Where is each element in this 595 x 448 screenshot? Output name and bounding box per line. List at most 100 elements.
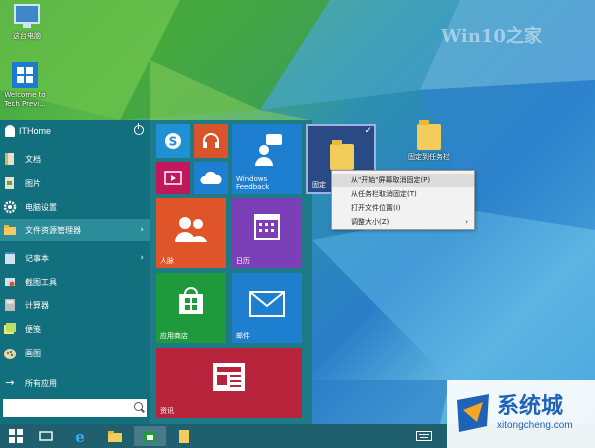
folder-icon: [417, 120, 441, 150]
search-input[interactable]: [3, 399, 147, 417]
tile-label: 人脉: [160, 257, 174, 265]
pictures-icon: [5, 177, 14, 189]
calendar-icon: [254, 214, 280, 240]
tile-mail[interactable]: 邮件: [232, 273, 302, 343]
all-apps-label: 所有应用: [25, 378, 57, 388]
snipping-tool-icon: [5, 278, 15, 287]
taskbar-internet-explorer[interactable]: e: [64, 426, 96, 446]
start-item-paint[interactable]: 画图: [0, 342, 150, 364]
user-avatar-icon: [5, 125, 15, 137]
desktop-icon-label: Welcome to Tech Previ...: [4, 91, 46, 108]
brand-name: 系统城: [497, 394, 564, 419]
tile-music[interactable]: [194, 124, 228, 158]
start-menu-left-pane: ITHome 文档 图片 电脑设置 文件资源管理器 › 记事本 › 截图工具 计…: [0, 120, 150, 424]
context-unpin-from-taskbar[interactable]: 从任务栏取消固定(T): [332, 188, 474, 201]
start-item-file-explorer[interactable]: 文件资源管理器 ›: [0, 219, 150, 241]
tile-people[interactable]: 人脉: [156, 198, 226, 268]
start-item-label: 记事本: [25, 253, 49, 263]
sticky-notes-icon: [4, 323, 16, 334]
desktop-icon-pinned-folder[interactable]: 固定到任务栏: [404, 120, 454, 162]
folder-icon: [330, 140, 354, 170]
keyboard-icon: [416, 431, 432, 441]
start-item-snipping-tool[interactable]: 截图工具: [0, 271, 150, 293]
store-bag-icon: [179, 287, 203, 314]
context-item-label: 从任务栏取消固定(T): [351, 190, 417, 198]
brand-logo-icon: [457, 394, 489, 432]
start-item-label: 便笺: [25, 324, 41, 334]
tile-store[interactable]: 应用商店: [156, 273, 226, 343]
cloud-icon: [200, 171, 222, 184]
tile-label: Windows Feedback: [236, 175, 270, 191]
gear-icon: [3, 200, 17, 214]
start-item-label: 画图: [25, 348, 41, 358]
people-icon: [175, 217, 207, 242]
start-item-label: 截图工具: [25, 277, 57, 287]
desktop-icon-welcome[interactable]: Welcome to Tech Previ...: [0, 62, 50, 109]
arrow-right-icon: →: [5, 376, 15, 389]
taskbar-file-explorer[interactable]: [99, 426, 131, 446]
tile-label: 应用商店: [160, 332, 188, 340]
start-button[interactable]: [0, 426, 32, 446]
windows-logo-icon: [9, 429, 23, 443]
watermark-text: Win10之家: [441, 26, 542, 47]
tile-label: 固定: [312, 181, 326, 189]
start-item-pc-settings[interactable]: 电脑设置: [0, 196, 150, 218]
brand-url: xitongcheng.com: [497, 420, 573, 431]
start-item-label: 文档: [25, 154, 41, 164]
tile-onedrive[interactable]: [194, 162, 228, 194]
context-menu: 从"开始"屏幕取消固定(P) 从任务栏取消固定(T) 打开文件位置(I) 调整大…: [331, 170, 475, 230]
tile-video[interactable]: [156, 162, 190, 194]
context-item-label: 打开文件位置(I): [351, 204, 401, 212]
start-item-label: 电脑设置: [25, 202, 57, 212]
start-item-documents[interactable]: 文档: [0, 148, 150, 170]
context-item-label: 从"开始"屏幕取消固定(P): [351, 176, 431, 184]
news-icon: [213, 363, 245, 391]
notepad-icon: [5, 252, 15, 264]
documents-icon: [5, 153, 14, 165]
chevron-right-icon: ›: [465, 218, 468, 226]
chevron-right-icon[interactable]: ›: [140, 253, 144, 263]
keyboard-button[interactable]: [408, 426, 440, 446]
desktop-icon-label: 这台电脑: [13, 32, 41, 40]
svg-text:S: S: [169, 135, 178, 149]
taskbar-store[interactable]: [134, 426, 166, 446]
tile-calendar[interactable]: 日历: [232, 198, 302, 268]
paint-icon: [4, 349, 16, 359]
tile-windows-feedback[interactable]: Windows Feedback: [232, 124, 302, 194]
start-item-label: 文件资源管理器: [25, 225, 81, 235]
start-item-calculator[interactable]: 计算器: [0, 294, 150, 316]
start-item-sticky-notes[interactable]: 便笺: [0, 318, 150, 340]
start-item-pictures[interactable]: 图片: [0, 172, 150, 194]
start-item-label: 计算器: [25, 300, 49, 310]
power-icon[interactable]: [134, 123, 144, 135]
search-button[interactable]: [30, 426, 62, 446]
file-explorer-icon: [4, 225, 16, 235]
tile-news[interactable]: 资讯: [156, 348, 302, 418]
chevron-right-icon[interactable]: ›: [140, 225, 144, 235]
windows-logo-icon: [12, 62, 38, 88]
desktop-icon-label: 固定到任务栏: [408, 153, 450, 161]
feedback-person-icon: [255, 134, 282, 166]
store-bag-icon: [144, 432, 156, 442]
user-account[interactable]: ITHome: [0, 120, 150, 142]
all-apps-link[interactable]: → 所有应用: [0, 372, 150, 394]
context-resize[interactable]: 调整大小(Z) ›: [332, 216, 474, 229]
desktop-icon-this-pc[interactable]: 这台电脑: [2, 4, 52, 41]
video-icon: [164, 171, 182, 185]
start-item-notepad[interactable]: 记事本 ›: [0, 247, 150, 269]
computer-icon: [14, 4, 40, 28]
tile-label: 邮件: [236, 332, 250, 340]
calculator-icon: [5, 299, 15, 311]
svg-text:e: e: [75, 428, 85, 444]
tile-skype[interactable]: S: [156, 124, 190, 158]
context-unpin-from-start[interactable]: 从"开始"屏幕取消固定(P): [332, 174, 474, 187]
search-icon: [39, 431, 53, 441]
start-item-label: 图片: [25, 178, 41, 188]
tile-label: 日历: [236, 257, 250, 265]
search-icon[interactable]: [134, 402, 143, 411]
taskbar-pinned-folder[interactable]: [168, 426, 200, 446]
context-open-file-location[interactable]: 打开文件位置(I): [332, 202, 474, 215]
file-explorer-icon: [108, 431, 122, 442]
folder-icon: [179, 430, 189, 443]
skype-icon: S: [165, 133, 181, 149]
